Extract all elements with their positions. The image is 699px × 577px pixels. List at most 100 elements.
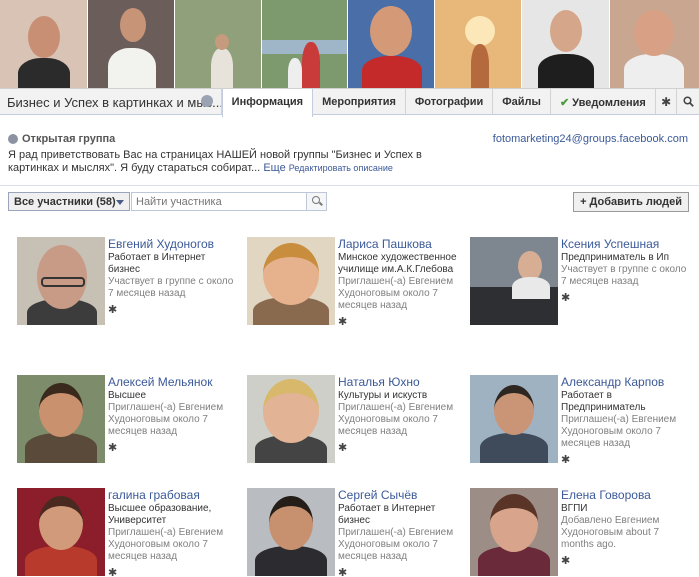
member-name[interactable]: Елена Говорова xyxy=(561,488,651,502)
group-name[interactable]: Бизнес и Успех в картинках и мыс... xyxy=(7,95,221,110)
member-work: Работает в Интернет бизнес xyxy=(338,503,436,526)
member-card: Лариса Пашкова Минское художественное уч… xyxy=(247,237,467,347)
member-joined: Участвует в группе с около 7 месяцев наз… xyxy=(561,264,687,287)
group-name-tab[interactable]: Бизнес и Успех в картинках и мыс... xyxy=(0,89,222,114)
group-email-link[interactable]: fotomarketing24@groups.facebook.com xyxy=(493,133,688,145)
member-info: Предприниматель в Ип Участвует в группе … xyxy=(561,252,689,304)
member-joined: Добавлено Евгением Худоноговым about 7 m… xyxy=(561,515,660,550)
more-link[interactable]: Еще xyxy=(263,162,285,174)
avatar[interactable] xyxy=(470,237,558,325)
member-name[interactable]: галина грабовая xyxy=(108,488,200,502)
cover-photo-5[interactable] xyxy=(348,0,435,88)
avatar[interactable] xyxy=(17,237,105,325)
avatar[interactable] xyxy=(17,375,105,463)
member-card: Ксения Успешная Предприниматель в Ип Уча… xyxy=(470,237,690,347)
cover-photo-4[interactable] xyxy=(262,0,348,88)
member-joined: Приглашен(-а) Евгением Худоноговым около… xyxy=(108,402,224,437)
avatar[interactable] xyxy=(470,488,558,576)
member-card: Александр Карпов Работает в Предпринимат… xyxy=(470,375,690,485)
gear-icon[interactable]: ✱ xyxy=(338,442,466,454)
cover-photo-3[interactable] xyxy=(175,0,262,88)
cover-photo-1[interactable] xyxy=(0,0,88,88)
gear-icon[interactable]: ✱ xyxy=(338,316,466,328)
divider xyxy=(0,185,699,186)
avatar[interactable] xyxy=(247,375,335,463)
member-info: Высшее образование, Университет Приглаше… xyxy=(108,503,236,577)
globe-icon xyxy=(200,95,213,107)
avatar[interactable] xyxy=(247,488,335,576)
members-filter-dropdown[interactable]: Все участники (58) xyxy=(8,192,130,211)
member-name[interactable]: Евгений Худоногов xyxy=(108,237,214,251)
globe-icon xyxy=(8,134,18,144)
search-button[interactable] xyxy=(677,89,699,114)
member-name[interactable]: Александр Карпов xyxy=(561,375,664,389)
member-joined: Приглашен(-а) Евгением Худоноговым около… xyxy=(338,527,454,562)
member-search xyxy=(131,192,327,211)
member-info: ВГПИ Добавлено Евгением Худоноговым abou… xyxy=(561,503,689,567)
avatar[interactable] xyxy=(247,237,335,325)
member-search-input[interactable] xyxy=(132,193,302,210)
member-name[interactable]: Ксения Успешная xyxy=(561,237,659,251)
member-search-button[interactable] xyxy=(306,193,326,210)
member-work: Минское художественное училище им.А.К.Гл… xyxy=(338,252,457,275)
search-icon xyxy=(683,96,694,107)
tab-photos[interactable]: Фотографии xyxy=(406,89,494,114)
member-work: Работает в Интернет бизнес xyxy=(108,252,206,275)
member-name[interactable]: Наталья Юхно xyxy=(338,375,420,389)
add-people-button[interactable]: + Добавить людей xyxy=(573,192,689,212)
gear-icon[interactable]: ✱ xyxy=(108,304,236,316)
group-privacy-label: Открытая группа xyxy=(22,133,116,145)
member-card: Алексей Мельянок Высшее Приглашен(-а) Ев… xyxy=(17,375,237,485)
gear-icon[interactable]: ✱ xyxy=(108,567,236,577)
member-joined: Участвует в группе с около 7 месяцев наз… xyxy=(108,276,234,299)
member-card: Сергей Сычёв Работает в Интернет бизнес … xyxy=(247,488,467,577)
gear-icon: ✱ xyxy=(661,94,672,109)
cover-photo-6[interactable] xyxy=(435,0,522,88)
member-card: Елена Говорова ВГПИ Добавлено Евгением Х… xyxy=(470,488,690,577)
cover-photo-2[interactable] xyxy=(88,0,175,88)
gear-icon[interactable]: ✱ xyxy=(108,442,236,454)
member-work: Работает в Предприниматель xyxy=(561,390,646,413)
group-description: Я рад приветствовать Вас на страницах НА… xyxy=(8,149,438,175)
avatar[interactable] xyxy=(470,375,558,463)
member-card: Наталья Юхно Культуры и искуств Приглаше… xyxy=(247,375,467,485)
member-card: Евгений Худоногов Работает в Интернет би… xyxy=(17,237,237,347)
group-tab-bar: Бизнес и Успех в картинках и мыс... Инфо… xyxy=(0,88,699,117)
check-icon: ✔ xyxy=(559,97,570,109)
member-work: ВГПИ xyxy=(561,503,588,514)
gear-icon[interactable]: ✱ xyxy=(561,292,689,304)
member-info: Культуры и искуств Приглашен(-а) Евгение… xyxy=(338,390,466,454)
member-info: Работает в Интернет бизнес Участвует в г… xyxy=(108,252,236,316)
gear-icon[interactable]: ✱ xyxy=(338,567,466,577)
edit-description-link[interactable]: Редактировать описание xyxy=(289,163,393,173)
settings-button[interactable]: ✱ xyxy=(656,89,678,114)
gear-icon[interactable]: ✱ xyxy=(561,555,689,567)
tab-events[interactable]: Мероприятия xyxy=(313,89,406,114)
member-name[interactable]: Лариса Пашкова xyxy=(338,237,432,251)
member-card: галина грабовая Высшее образование, Унив… xyxy=(17,488,237,577)
member-work: Высшее xyxy=(108,390,147,401)
member-work: Предприниматель в Ип xyxy=(561,252,670,263)
avatar[interactable] xyxy=(17,488,105,576)
chevron-down-icon xyxy=(116,200,124,205)
member-name[interactable]: Сергей Сычёв xyxy=(338,488,417,502)
member-name[interactable]: Алексей Мельянок xyxy=(108,375,212,389)
member-joined: Приглашен(-а) Евгением Худоноговым около… xyxy=(338,402,454,437)
tab-info[interactable]: Информация xyxy=(221,89,314,117)
cover-photo-8[interactable] xyxy=(610,0,699,88)
member-info: Высшее Приглашен(-а) Евгением Худоноговы… xyxy=(108,390,236,454)
cover-photo-7[interactable] xyxy=(522,0,610,88)
notifications-label: Уведомления xyxy=(572,97,646,109)
gear-icon[interactable]: ✱ xyxy=(561,454,689,466)
group-privacy: Открытая группа xyxy=(8,133,115,145)
tab-notifications[interactable]: ✔ Уведомления xyxy=(551,89,656,114)
tab-files[interactable]: Файлы xyxy=(493,89,551,114)
cover-photo-strip xyxy=(0,0,699,88)
member-info: Работает в Интернет бизнес Приглашен(-а)… xyxy=(338,503,466,577)
member-info: Работает в Предприниматель Приглашен(-а)… xyxy=(561,390,689,466)
member-joined: Приглашен(-а) Евгением Худоноговым около… xyxy=(338,276,454,311)
member-joined: Приглашен(-а) Евгением Худоноговым около… xyxy=(108,527,224,562)
member-work: Высшее образование, Университет xyxy=(108,503,212,526)
member-work: Культуры и искуств xyxy=(338,390,428,401)
member-info: Минское художественное училище им.А.К.Гл… xyxy=(338,252,466,328)
